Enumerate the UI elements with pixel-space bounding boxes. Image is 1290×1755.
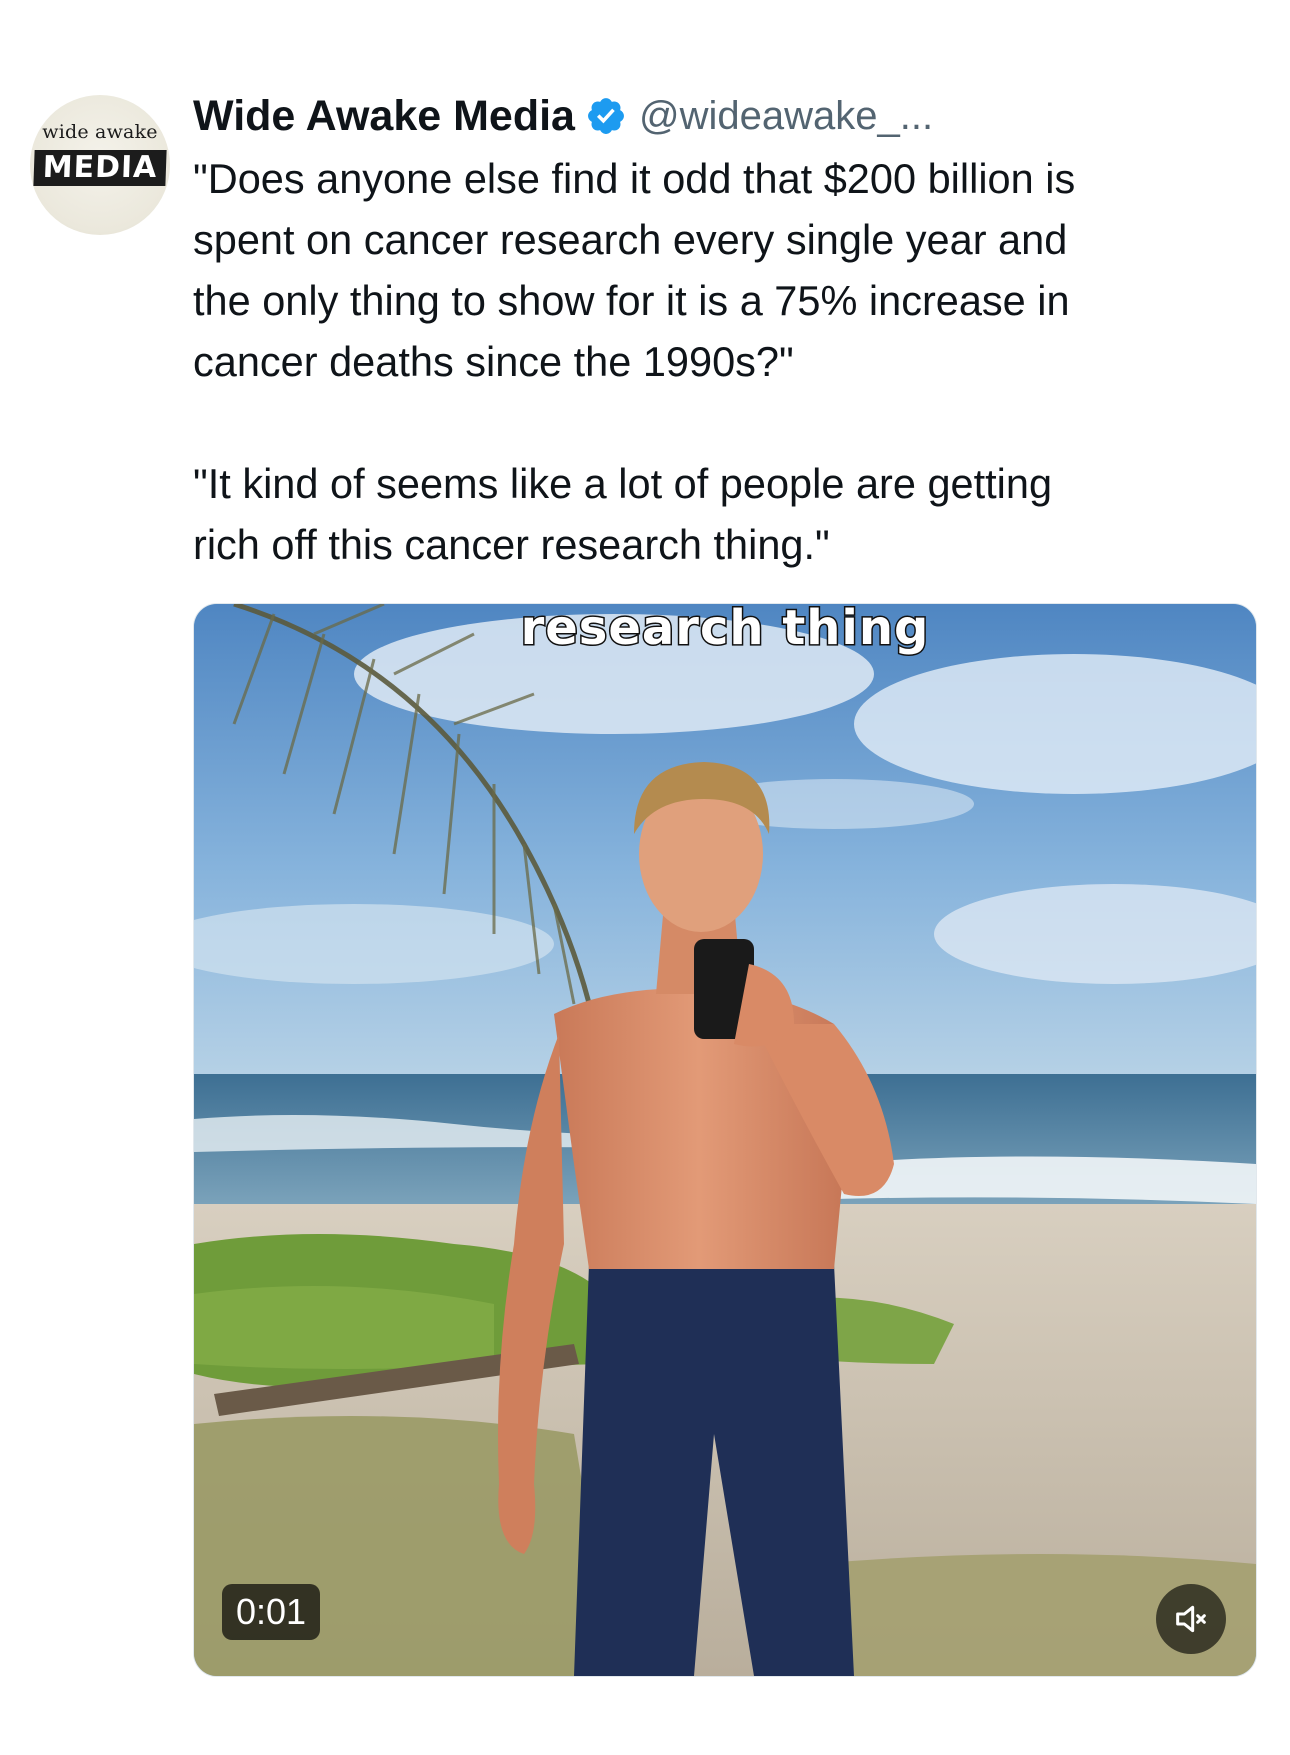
tweet-text: "Does anyone else find it odd that $200 … [193, 148, 1263, 575]
volume-muted-icon [1171, 1599, 1211, 1639]
avatar-logo-line1: wide awake [42, 121, 158, 143]
avatar[interactable]: wide awake MEDIA [30, 95, 170, 235]
verified-badge-icon [585, 95, 627, 137]
tweet-paragraph-1: "Does anyone else find it odd that $200 … [193, 155, 1076, 385]
tweet-paragraph-2: "It kind of seems like a lot of people a… [193, 460, 1053, 568]
video-frame [194, 604, 1256, 1676]
video-player[interactable]: research thing 0:01 [193, 603, 1257, 1677]
author-name[interactable]: Wide Awake Media [193, 92, 575, 141]
tweet-header: Wide Awake Media @wideawake_... [193, 88, 933, 144]
avatar-logo-line2: MEDIA [33, 150, 167, 186]
author-handle[interactable]: @wideawake_... [639, 94, 933, 139]
video-timestamp: 0:01 [222, 1584, 321, 1640]
mute-button[interactable] [1156, 1584, 1226, 1654]
tweet-card: wide awake MEDIA Wide Awake Media @widea… [0, 0, 1290, 1755]
video-caption: research thing [519, 603, 930, 658]
